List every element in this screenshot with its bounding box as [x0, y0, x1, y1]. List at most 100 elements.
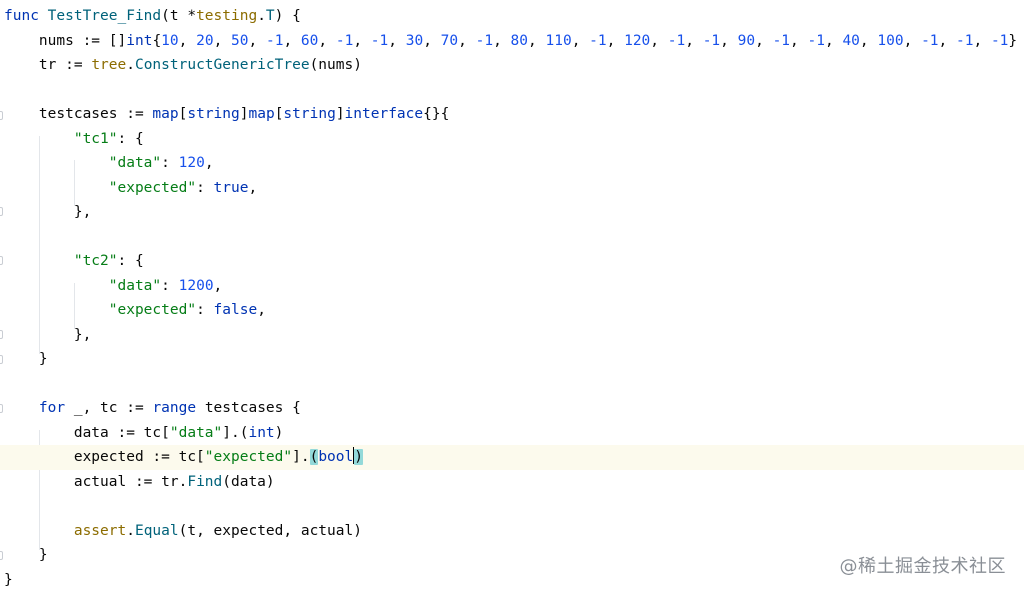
code-line[interactable]: },	[4, 200, 1024, 225]
code-token: "data"	[169, 424, 223, 441]
code-token: 10	[161, 32, 179, 49]
fold-marker-icon[interactable]	[0, 551, 3, 560]
code-line[interactable]: "tc1": {	[4, 127, 1024, 152]
code-token: }	[1008, 32, 1018, 49]
matched-paren: )	[354, 449, 363, 465]
code-token: -1	[702, 32, 721, 49]
code-token: int	[126, 32, 153, 49]
code-line[interactable]	[4, 494, 1024, 519]
code-token: {	[152, 32, 162, 49]
code-line[interactable]: data := tc["data"].(int)	[4, 421, 1024, 446]
code-token: ,	[973, 32, 991, 49]
code-token: 80	[510, 32, 529, 49]
code-token: -1	[772, 32, 791, 49]
code-token: "tc2"	[73, 253, 118, 269]
code-token: 50	[231, 32, 249, 49]
code-line-current[interactable]: expected := tc["expected"].(bool)	[0, 445, 1024, 470]
code-editor[interactable]: func TestTree_Find(t *testing.T) { nums …	[0, 0, 1024, 595]
fold-marker-icon[interactable]	[0, 111, 3, 120]
watermark: @稀土掘金技术社区	[839, 556, 1006, 577]
code-token: -1	[990, 32, 1009, 49]
code-token: testcases :=	[38, 106, 153, 122]
code-line[interactable]: "expected": false,	[4, 298, 1024, 323]
matched-paren: (	[309, 449, 319, 465]
code-token: testing	[196, 8, 258, 24]
code-token: ,	[903, 32, 922, 49]
code-token: ]	[335, 106, 345, 122]
code-line[interactable]	[4, 372, 1024, 397]
fold-marker-icon[interactable]	[0, 404, 3, 413]
code-token: testcases {	[196, 400, 301, 416]
code-token: "expected"	[108, 179, 197, 196]
code-line[interactable]	[4, 225, 1024, 250]
code-line[interactable]: "data": 1200,	[4, 274, 1024, 299]
fold-marker-icon[interactable]	[0, 355, 3, 364]
code-token: T	[265, 8, 275, 24]
code-token: ,	[283, 32, 301, 49]
code-token: 20	[196, 32, 214, 49]
code-token: -1	[475, 32, 494, 49]
code-token: }	[38, 351, 48, 367]
code-token: (nums)	[309, 57, 362, 73]
code-token: }	[4, 571, 13, 588]
code-line[interactable]: func TestTree_Find(t *testing.T) {	[4, 4, 1024, 29]
fold-marker-icon[interactable]	[0, 330, 3, 339]
code-line[interactable]: },	[4, 323, 1024, 348]
code-line[interactable]: actual := tr.Find(data)	[4, 470, 1024, 495]
code-line[interactable]: }	[4, 347, 1024, 372]
code-token: ) {	[274, 8, 301, 24]
code-token: ,	[353, 32, 371, 49]
code-line[interactable]: testcases := map[string]map[string]inter…	[4, 102, 1024, 127]
code-token: "expected"	[108, 302, 197, 318]
code-token: ,	[859, 32, 878, 49]
code-token: false	[213, 302, 258, 318]
code-token: -1	[807, 32, 825, 49]
code-token: ,	[493, 32, 511, 49]
code-line[interactable]: "expected": true,	[4, 176, 1024, 201]
code-line[interactable]: "data": 120,	[4, 151, 1024, 176]
code-token: expected := tc[	[73, 449, 205, 465]
code-token: )	[274, 424, 284, 441]
fold-marker-icon[interactable]	[0, 256, 3, 265]
code-token: : {	[117, 253, 144, 269]
code-token: -1	[956, 32, 974, 49]
code-token: tr :=	[38, 57, 92, 73]
code-token: 40	[842, 32, 860, 49]
code-token: ,	[248, 32, 266, 49]
code-line[interactable]	[4, 78, 1024, 103]
code-token: 1200	[178, 277, 214, 294]
code-line[interactable]: "tc2": {	[4, 249, 1024, 274]
code-token: },	[73, 204, 92, 220]
code-token: bool	[318, 449, 354, 465]
code-area[interactable]: func TestTree_Find(t *testing.T) { nums …	[0, 4, 1024, 592]
code-token: ].(	[222, 424, 249, 441]
code-token: ,	[204, 155, 214, 171]
code-token: ,	[938, 32, 956, 49]
code-token: true	[213, 179, 249, 196]
code-token: actual := tr.	[73, 473, 188, 490]
fold-marker-icon[interactable]	[0, 207, 3, 216]
code-token: ,	[213, 32, 232, 49]
code-token: :	[161, 155, 179, 171]
code-line[interactable]: for _, tc := range testcases {	[4, 396, 1024, 421]
code-line[interactable]: assert.Equal(t, expected, actual)	[4, 519, 1024, 544]
code-token: -1	[921, 32, 939, 49]
code-token: int	[248, 424, 275, 441]
code-token: ,	[650, 32, 668, 49]
code-line[interactable]: nums := []int{10, 20, 50, -1, 60, -1, -1…	[4, 29, 1024, 54]
code-token: assert	[73, 522, 127, 539]
code-token: Equal	[134, 522, 179, 539]
code-token: 70	[440, 32, 459, 49]
code-token: (t *	[161, 8, 197, 24]
code-token: "data"	[108, 277, 162, 294]
code-token: map	[248, 106, 275, 122]
code-token: range	[152, 400, 197, 416]
code-token: 100	[877, 32, 904, 49]
code-line[interactable]: tr := tree.ConstructGenericTree(nums)	[4, 53, 1024, 78]
code-token: ,	[257, 302, 266, 318]
code-token: map	[152, 106, 179, 122]
code-token: "tc1"	[73, 130, 118, 147]
code-token: "data"	[108, 155, 162, 171]
code-token: Find	[187, 473, 223, 490]
code-token: ,	[824, 32, 843, 49]
